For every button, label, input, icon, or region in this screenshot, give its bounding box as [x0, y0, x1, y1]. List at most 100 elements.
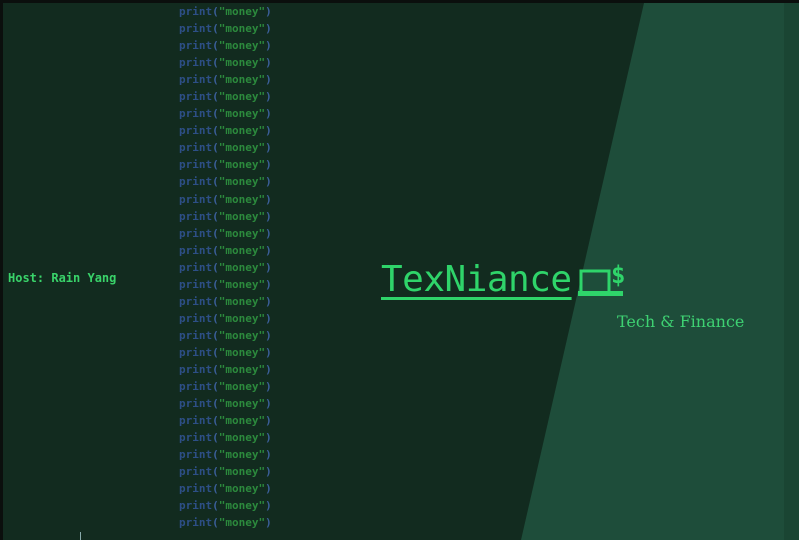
code-keyword: print: [179, 209, 213, 223]
code-paren-close: ): [265, 397, 272, 411]
text-cursor: [80, 532, 81, 540]
code-paren-close: ): [265, 499, 272, 513]
code-paren-open: (: [212, 90, 219, 104]
code-string: "money": [218, 448, 266, 462]
code-line: print("money"): [179, 54, 272, 71]
code-keyword: print: [179, 124, 213, 138]
code-paren-close: ): [265, 22, 272, 36]
code-paren-open: (: [212, 362, 219, 376]
code-background: print("money") print("money") print("money…: [179, 3, 272, 531]
code-line: print("money"): [179, 259, 272, 276]
code-paren-open: (: [212, 277, 219, 291]
code-paren-open: (: [212, 73, 219, 87]
code-paren-open: (: [212, 209, 219, 223]
code-line: print("money"): [179, 208, 272, 225]
code-paren-open: (: [212, 56, 219, 70]
code-paren-open: (: [212, 328, 219, 342]
code-line: print("money"): [179, 429, 272, 446]
code-paren-open: (: [212, 39, 219, 53]
code-string: "money": [218, 260, 266, 274]
code-keyword: print: [179, 311, 213, 325]
code-paren-close: ): [265, 107, 272, 121]
code-paren-open: (: [212, 380, 219, 394]
code-line: print("money"): [179, 412, 272, 429]
code-string: "money": [218, 209, 266, 223]
right-edge-strip: [784, 3, 799, 540]
code-paren-open: (: [212, 311, 219, 325]
code-string: "money": [218, 414, 266, 428]
code-string: "money": [218, 277, 266, 291]
code-string: "money": [218, 380, 266, 394]
code-string: "money": [218, 499, 266, 513]
code-paren-close: ): [265, 328, 272, 342]
code-paren-open: (: [212, 260, 219, 274]
code-string: "money": [218, 345, 266, 359]
code-paren-close: ): [265, 226, 272, 240]
code-paren-open: (: [212, 226, 219, 240]
code-line: print("money"): [179, 293, 272, 310]
code-line: print("money"): [179, 361, 272, 378]
code-paren-close: ): [265, 362, 272, 376]
code-keyword: print: [179, 90, 213, 104]
brand-name: TexNiance: [381, 259, 572, 300]
code-paren-close: ): [265, 56, 272, 70]
code-paren-open: (: [212, 22, 219, 36]
code-line: print("money"): [179, 122, 272, 139]
laptop-dollar-icon: $: [577, 261, 625, 296]
code-keyword: print: [179, 328, 213, 342]
code-line: print("money"): [179, 105, 272, 122]
code-paren-close: ): [265, 73, 272, 87]
code-line: print("money"): [179, 37, 272, 54]
code-string: "money": [218, 90, 266, 104]
code-paren-open: (: [212, 158, 219, 172]
code-paren-open: (: [212, 175, 219, 189]
code-keyword: print: [179, 22, 213, 36]
code-string: "money": [218, 482, 266, 496]
code-paren-open: (: [212, 465, 219, 479]
code-keyword: print: [179, 465, 213, 479]
svg-text:$: $: [611, 261, 625, 289]
code-line: print("money"): [179, 344, 272, 361]
code-paren-close: ): [265, 260, 272, 274]
code-string: "money": [218, 124, 266, 138]
code-string: "money": [218, 294, 266, 308]
code-string: "money": [218, 5, 266, 18]
code-keyword: print: [179, 192, 213, 206]
code-string: "money": [218, 56, 266, 70]
code-line: print("money"): [179, 327, 272, 344]
code-keyword: print: [179, 345, 213, 359]
code-line: print("money"): [179, 191, 272, 208]
code-line: print("money"): [179, 88, 272, 105]
code-paren-open: (: [212, 192, 219, 206]
code-paren-close: ): [265, 141, 272, 155]
code-paren-close: ): [265, 175, 272, 189]
code-line: print("money"): [179, 395, 272, 412]
code-paren-open: (: [212, 414, 219, 428]
code-paren-close: ): [265, 448, 272, 462]
code-string: "money": [218, 175, 266, 189]
code-keyword: print: [179, 5, 213, 18]
code-keyword: print: [179, 431, 213, 445]
brand-tagline: Tech & Finance: [617, 312, 745, 331]
code-line: print("money"): [179, 20, 272, 37]
code-paren-open: (: [212, 448, 219, 462]
code-paren-open: (: [212, 499, 219, 513]
code-paren-open: (: [212, 141, 219, 155]
code-keyword: print: [179, 107, 213, 121]
code-string: "money": [218, 465, 266, 479]
top-border: [0, 0, 799, 3]
code-paren-close: ): [265, 311, 272, 325]
code-string: "money": [218, 362, 266, 376]
code-paren-close: ): [265, 380, 272, 394]
code-paren-close: ): [265, 243, 272, 257]
code-paren-open: (: [212, 345, 219, 359]
code-keyword: print: [179, 243, 213, 257]
code-paren-close: ): [265, 192, 272, 206]
code-keyword: print: [179, 380, 213, 394]
code-keyword: print: [179, 56, 213, 70]
code-line: print("money"): [179, 173, 272, 190]
code-keyword: print: [179, 158, 213, 172]
code-string: "money": [218, 226, 266, 240]
code-line: print("money"): [179, 446, 272, 463]
code-paren-close: ): [265, 465, 272, 479]
